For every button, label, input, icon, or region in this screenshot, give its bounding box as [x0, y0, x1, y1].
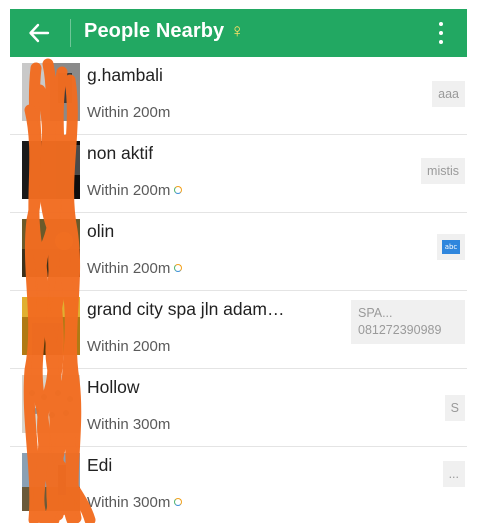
avatar[interactable] [22, 297, 80, 355]
people-list: g.hambali Within 200m aaa non aktif With… [10, 57, 467, 523]
person-name: Edi [87, 455, 113, 475]
more-vertical-icon [439, 22, 443, 26]
distance-label: Within 300m [87, 416, 171, 433]
signature-badge: ... [442, 461, 465, 487]
list-item[interactable]: Edi Within 300m ... [10, 447, 467, 523]
distance-label: Within 200m [87, 182, 183, 199]
person-name: grand city spa jln adam… [87, 299, 285, 319]
online-status-icon [174, 264, 183, 272]
distance-label: Within 300m [87, 494, 183, 511]
avatar[interactable] [22, 141, 80, 199]
list-item[interactable]: g.hambali Within 200m aaa [10, 57, 467, 135]
signature-badge: abc [437, 234, 465, 260]
arrow-left-icon [29, 23, 50, 43]
person-name: Hollow [87, 377, 140, 397]
signature-badge: mistis [421, 158, 465, 184]
list-item[interactable]: olin Within 200m abc [10, 213, 467, 291]
avatar[interactable] [22, 453, 80, 511]
online-status-icon [174, 186, 183, 194]
more-menu-button[interactable] [429, 17, 453, 49]
people-nearby-screen: People Nearby ♀ g.hambali Within 200m aa… [0, 0, 477, 523]
header-divider [70, 19, 71, 47]
person-name: g.hambali [87, 65, 163, 85]
top-bar: People Nearby ♀ [10, 9, 467, 57]
page-title: People Nearby [84, 20, 225, 42]
avatar[interactable] [22, 219, 80, 277]
list-item[interactable]: grand city spa jln adam… Within 200m SPA… [10, 291, 467, 369]
distance-label: Within 200m [87, 338, 171, 355]
avatar[interactable] [22, 63, 80, 121]
list-item[interactable]: Hollow Within 300m S [10, 369, 467, 447]
person-name: non aktif [87, 143, 154, 163]
avatar[interactable] [22, 375, 80, 433]
signature-badge: aaa [432, 81, 465, 107]
list-item[interactable]: non aktif Within 200m mistis [10, 135, 467, 213]
person-name: olin [87, 221, 115, 241]
back-button[interactable] [24, 18, 54, 48]
abc-sticker-icon: abc [442, 240, 460, 254]
distance-label: Within 200m [87, 260, 183, 277]
online-status-icon [174, 498, 183, 506]
signature-badge: S [444, 395, 465, 421]
signature-badge: SPA... 081272390989 [351, 300, 465, 344]
female-gender-icon[interactable]: ♀ [230, 21, 244, 43]
distance-label: Within 200m [87, 104, 171, 121]
